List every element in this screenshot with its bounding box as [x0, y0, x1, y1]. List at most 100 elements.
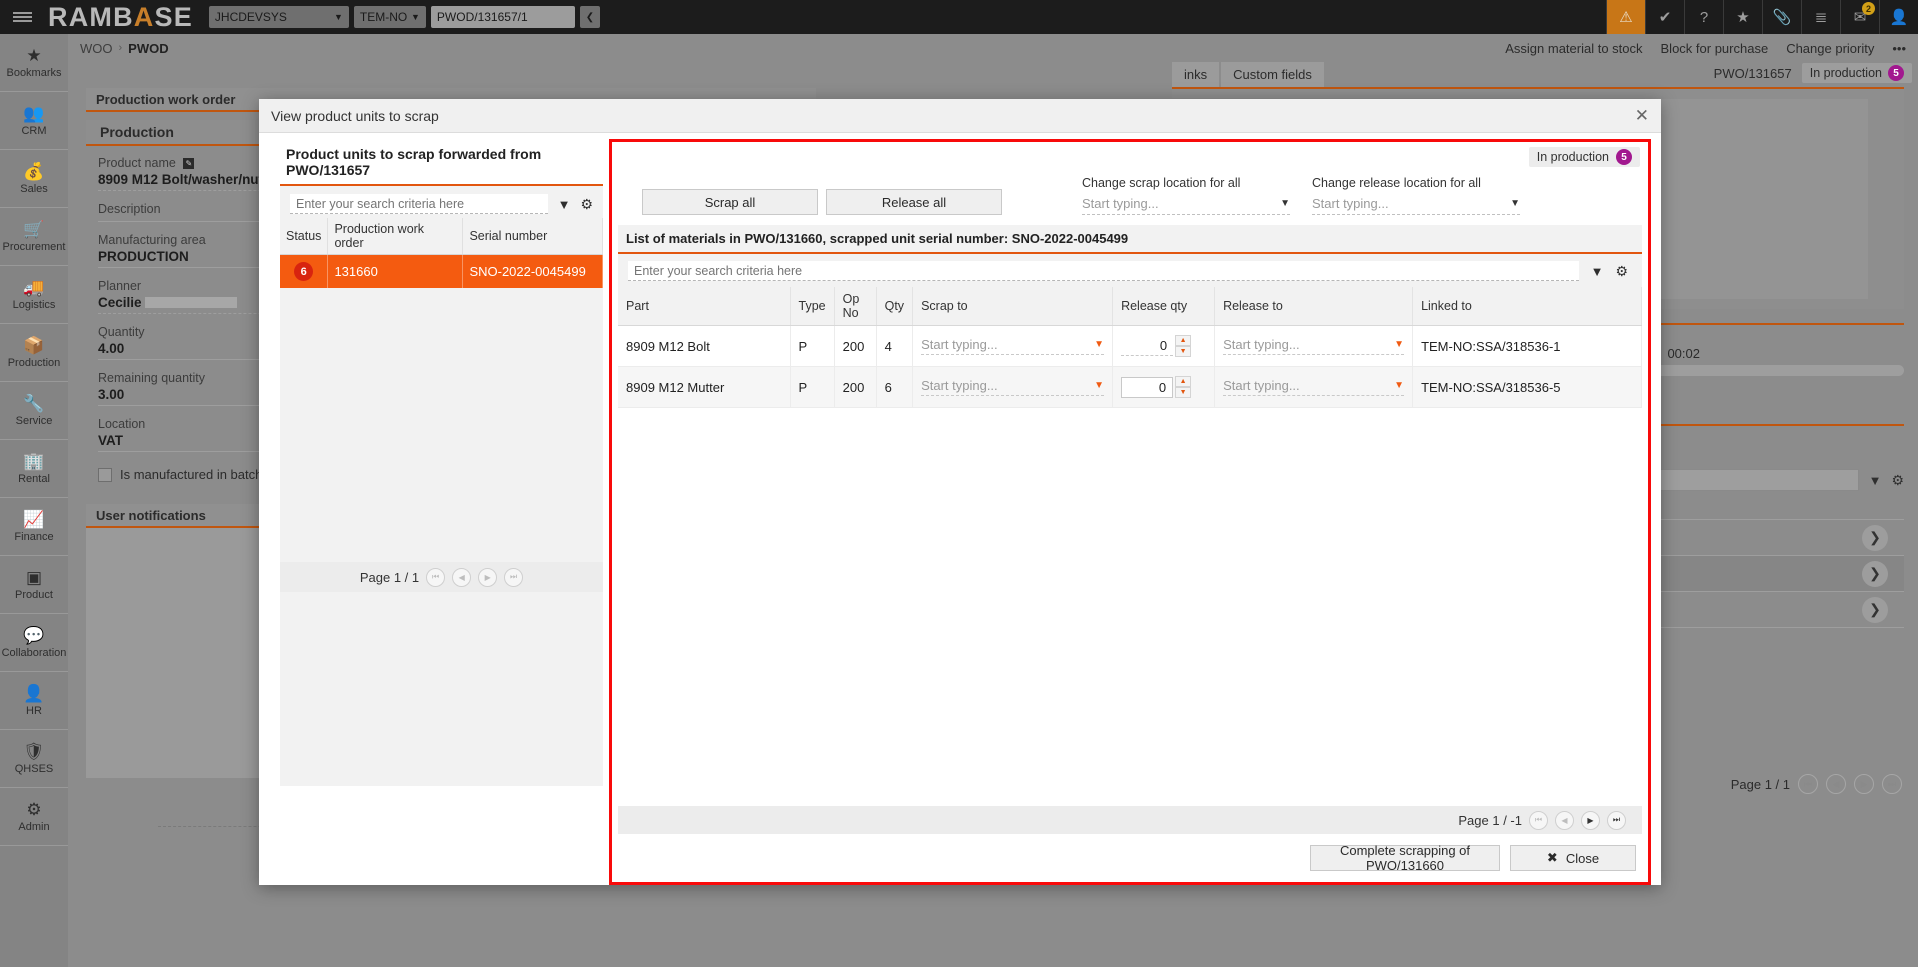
next-page-button[interactable]: ▶ — [1581, 810, 1600, 830]
next-page-button[interactable]: ▶ — [1854, 774, 1874, 794]
action-block-for-purchase[interactable]: Block for purchase — [1661, 41, 1769, 56]
release-qty-input[interactable] — [1121, 336, 1174, 356]
materials-list-title: List of materials in PWO/131660, scrappe… — [618, 225, 1642, 254]
tab-production-label: Production — [100, 124, 174, 140]
change-scrap-location-select[interactable]: Start typing... ▼ — [1082, 196, 1290, 215]
table-row[interactable]: 6 131660 SNO-2022-0045499 — [280, 254, 603, 288]
last-page-button[interactable]: ⏭ — [504, 567, 524, 587]
table-row[interactable]: 8909 M12 Mutter P 200 6 Start typing... … — [618, 366, 1642, 408]
release-qty-input[interactable] — [1121, 376, 1174, 398]
stepper-down-icon[interactable]: ▼ — [1175, 346, 1192, 357]
batch-checkbox[interactable] — [98, 467, 112, 482]
gear-icon[interactable]: ⚙ — [1615, 263, 1628, 280]
search-input[interactable] — [290, 194, 548, 214]
release-qty-stepper[interactable]: ▲ ▼ — [1121, 335, 1206, 357]
chevron-right-icon[interactable]: ❯ — [1862, 560, 1888, 587]
chevron-right-icon[interactable]: ❯ — [1862, 524, 1888, 551]
sidebar-item-crm[interactable]: 👥 CRM — [0, 92, 68, 150]
menu-icon[interactable] — [0, 0, 44, 34]
action-change-priority[interactable]: Change priority — [1786, 41, 1874, 56]
sidebar-item-logistics[interactable]: 🚚 Logistics — [0, 266, 68, 324]
next-page-button[interactable]: ▶ — [478, 567, 498, 587]
stepper-down-icon[interactable]: ▼ — [1175, 387, 1192, 398]
user-icon[interactable]: 👤 — [1879, 0, 1918, 34]
search-input[interactable] — [628, 261, 1579, 281]
col-release-qty: Release qty — [1112, 287, 1216, 326]
last-page-button[interactable]: ⏭ — [1607, 810, 1626, 830]
release-all-button[interactable]: Release all — [826, 189, 1002, 215]
mail-badge: 2 — [1862, 2, 1875, 15]
filter-icon[interactable]: ▼ — [1869, 473, 1882, 488]
dialog-title: View product units to scrap — [271, 107, 439, 124]
release-qty-stepper[interactable]: ▲ ▼ — [1121, 376, 1206, 398]
release-to-select[interactable]: Start typing... ▼ — [1223, 337, 1405, 355]
sidebar-item-finance[interactable]: 📈 Finance — [0, 498, 68, 556]
sidebar-item-collaboration[interactable]: 💬 Collaboration — [0, 614, 68, 672]
change-release-location-label: Change release location for all — [1312, 176, 1481, 190]
scrap-to-select[interactable]: Start typing... ▼ — [921, 378, 1105, 396]
breadcrumb-root[interactable]: WOO — [80, 41, 113, 56]
close-icon[interactable]: ✕ — [1635, 107, 1649, 124]
close-button[interactable]: ✖ Close — [1510, 845, 1636, 871]
quantity-number: 4.00 — [98, 341, 125, 356]
stepper-up-icon[interactable]: ▲ — [1175, 335, 1192, 346]
chevron-right-icon[interactable]: ❯ — [1862, 596, 1888, 623]
more-options-icon[interactable]: ••• — [1892, 41, 1906, 56]
change-release-location-select[interactable]: Start typing... ▼ — [1312, 196, 1520, 215]
moneybag-icon: 💰 — [23, 161, 45, 181]
tab-custom-fields[interactable]: Custom fields — [1221, 62, 1324, 87]
tab-links[interactable]: inks — [1172, 62, 1220, 87]
edit-icon[interactable]: ✎ — [183, 158, 195, 169]
status-badge[interactable]: In production 5 — [1528, 147, 1640, 167]
release-to-select[interactable]: Start typing... ▼ — [1223, 378, 1405, 396]
filter-icon[interactable]: ▼ — [1591, 264, 1604, 279]
pager-label: Page 1 / 1 — [359, 569, 420, 585]
filter-icon[interactable]: ▼ — [558, 197, 571, 212]
favorite-icon[interactable]: ★ — [1723, 0, 1762, 34]
sidebar-item-bookmarks[interactable]: ★ Bookmarks — [0, 34, 68, 92]
close-button-label: Close — [1565, 850, 1600, 866]
sidebar-item-qhses[interactable]: 🛡 QHSES — [0, 730, 68, 788]
cart-icon: 🛒 — [23, 219, 45, 239]
sidebar-item-label: Finance — [14, 530, 54, 543]
gear-icon[interactable]: ⚙ — [580, 196, 593, 213]
scrap-all-button[interactable]: Scrap all — [642, 189, 818, 215]
document-selector-value: PWOD/131657/1 — [436, 10, 528, 24]
sidebar-item-procurement[interactable]: 🛒 Procurement — [0, 208, 68, 266]
sidebar-item-sales[interactable]: 💰 Sales — [0, 150, 68, 208]
alert-icon[interactable]: ⚠ — [1606, 0, 1645, 34]
scrap-detail-actions: Scrap all Release all Change scrap locat… — [612, 172, 1648, 225]
sidebar-item-label: Rental — [18, 472, 50, 485]
mail-icon[interactable]: ✉ 2 — [1840, 0, 1879, 34]
sidebar-item-admin[interactable]: ⚙ Admin — [0, 788, 68, 846]
scrap-to-select[interactable]: Start typing... ▼ — [921, 337, 1105, 355]
sidebar-item-service[interactable]: 🔧 Service — [0, 382, 68, 440]
verified-icon[interactable]: ✔ — [1645, 0, 1684, 34]
attachment-icon[interactable]: 📎 — [1762, 0, 1801, 34]
collapse-selector-button[interactable]: ❮ — [579, 6, 600, 28]
complete-scrapping-button[interactable]: Complete scrapping of PWO/131660 — [1310, 843, 1500, 873]
list-icon[interactable]: ≣ — [1801, 0, 1840, 34]
first-page-button[interactable]: ⏮ — [1798, 774, 1818, 794]
sidebar-item-production[interactable]: 📦 Production — [0, 324, 68, 382]
gear-icon[interactable]: ⚙ — [1891, 472, 1904, 489]
chevron-down-icon: ▼ — [1094, 339, 1105, 350]
prev-page-button[interactable]: ◀ — [1826, 774, 1846, 794]
last-page-button[interactable]: ⏭ — [1882, 774, 1902, 794]
breadcrumb-current: PWOD — [128, 40, 169, 56]
first-page-button[interactable]: ⏮ — [426, 567, 446, 587]
stepper-up-icon[interactable]: ▲ — [1175, 376, 1192, 387]
prev-page-button[interactable]: ◀ — [1555, 810, 1574, 830]
sidebar-item-hr[interactable]: 👤 HR — [0, 672, 68, 730]
sidebar-item-product[interactable]: ▣ Product — [0, 556, 68, 614]
col-qty: Qty — [876, 287, 914, 326]
table-row[interactable]: 8909 M12 Bolt P 200 4 Start typing... ▼ — [618, 325, 1642, 367]
document-selector[interactable]: PWOD/131657/1 — [430, 6, 575, 28]
company-selector[interactable]: JHCDEVSYS ▼ — [208, 6, 349, 28]
prev-page-button[interactable]: ◀ — [452, 567, 472, 587]
action-assign-material-to-stock[interactable]: Assign material to stock — [1505, 41, 1642, 56]
location-selector[interactable]: TEM-NO ▼ — [353, 6, 426, 28]
first-page-button[interactable]: ⏮ — [1529, 810, 1548, 830]
sidebar-item-rental[interactable]: 🏢 Rental — [0, 440, 68, 498]
help-icon[interactable]: ? — [1684, 0, 1723, 34]
